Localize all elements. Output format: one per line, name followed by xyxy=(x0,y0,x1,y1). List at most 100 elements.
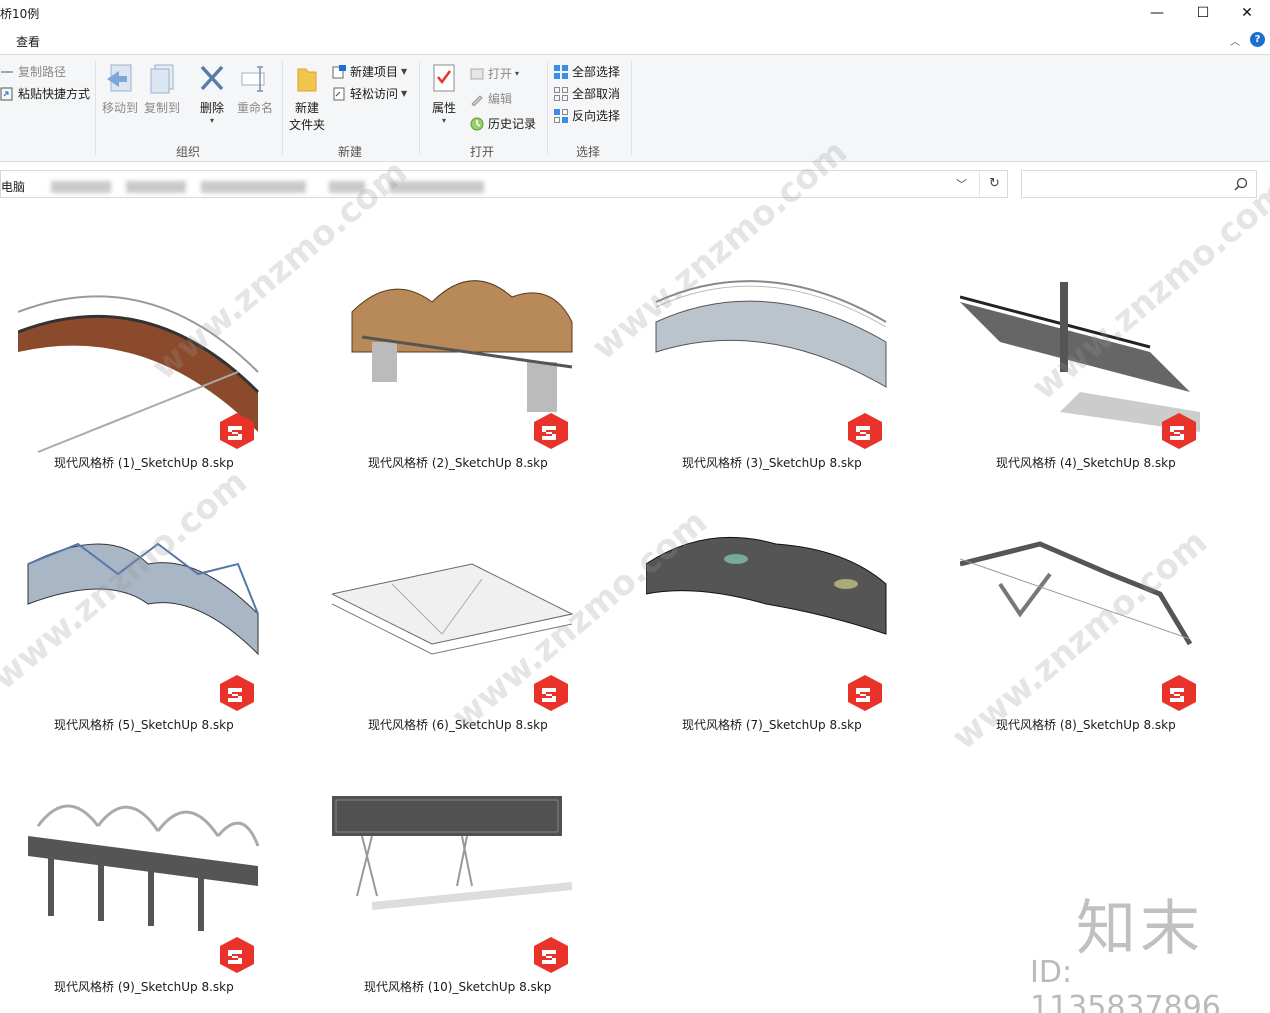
tab-view[interactable]: 查看 xyxy=(16,33,40,50)
title-bar: 桥10例 — ☐ ✕ xyxy=(0,0,1270,26)
rename-label: 重命名 xyxy=(236,101,273,115)
folder-icon xyxy=(292,63,322,95)
group-divider xyxy=(282,61,283,155)
invert-selection-label: 反向选择 xyxy=(572,109,621,123)
help-icon[interactable]: ? xyxy=(1250,32,1265,47)
rename-icon xyxy=(240,63,270,95)
delete-icon xyxy=(197,63,227,95)
redacted-path xyxy=(126,181,186,193)
select-all-label: 全部选择 xyxy=(572,65,621,79)
file-item[interactable]: 现代风格桥 (9)_SketchUp 8.skp xyxy=(18,766,308,1013)
file-item[interactable]: 现代风格桥 (3)_SketchUp 8.skp xyxy=(646,242,936,492)
copy-path-button[interactable]: 复制路径 xyxy=(0,63,66,80)
sketchup-icon xyxy=(218,936,256,974)
file-item[interactable]: 现代风格桥 (2)_SketchUp 8.skp xyxy=(332,242,622,492)
close-button[interactable]: ✕ xyxy=(1224,0,1270,26)
new-folder-label-1: 新建 xyxy=(294,101,319,115)
history-label: 历史记录 xyxy=(488,117,537,131)
sketchup-icon xyxy=(1160,412,1198,450)
group-divider xyxy=(631,61,632,155)
file-item[interactable]: 现代风格桥 (10)_SketchUp 8.skp xyxy=(332,766,622,1013)
edit-icon xyxy=(470,92,484,107)
group-label-select: 选择 xyxy=(576,145,601,159)
file-name: 现代风格桥 (2)_SketchUp 8.skp xyxy=(368,456,548,470)
delete-button[interactable]: 删除 ▾ xyxy=(194,63,230,125)
ribbon: 复制路径 粘贴快捷方式 移动到 复制到 删除 ▾ 重命名 组织 新建 文件夹 新建… xyxy=(0,54,1270,162)
open-label: 打开 xyxy=(488,67,513,81)
sketchup-icon xyxy=(532,936,570,974)
minimize-button[interactable]: — xyxy=(1134,0,1180,26)
search-input[interactable] xyxy=(1021,170,1257,198)
invert-selection-button[interactable]: 反向选择 xyxy=(554,107,620,124)
select-none-label: 全部取消 xyxy=(572,87,621,101)
move-to-label: 移动到 xyxy=(101,101,138,115)
open-button[interactable]: 打开 ▾ xyxy=(470,65,519,82)
file-name: 现代风格桥 (8)_SketchUp 8.skp xyxy=(996,718,1176,732)
new-item-label: 新建项目 xyxy=(350,65,399,79)
move-to-button[interactable]: 移动到 xyxy=(100,63,140,116)
chevron-down-icon[interactable]: ﹀ xyxy=(956,176,967,192)
file-name: 现代风格桥 (10)_SketchUp 8.skp xyxy=(364,980,552,994)
refresh-icon[interactable]: ↻ xyxy=(979,171,1009,197)
edit-label: 编辑 xyxy=(488,92,513,106)
redacted-path xyxy=(201,181,306,193)
file-name: 现代风格桥 (6)_SketchUp 8.skp xyxy=(368,718,548,732)
invert-selection-icon xyxy=(554,108,568,123)
breadcrumb-root[interactable]: 电脑 xyxy=(1,178,25,195)
select-all-button[interactable]: 全部选择 xyxy=(554,63,620,80)
sketchup-icon xyxy=(218,412,256,450)
easy-access-label: 轻松访问 xyxy=(350,87,399,101)
id-watermark: ID: 1135837896 xyxy=(1030,955,1221,1013)
file-name: 现代风格桥 (4)_SketchUp 8.skp xyxy=(996,456,1176,470)
file-item[interactable]: 现代风格桥 (1)_SketchUp 8.skp xyxy=(17,242,308,492)
rename-button[interactable]: 重命名 xyxy=(234,63,276,116)
group-label-new: 新建 xyxy=(338,145,363,159)
copy-path-icon xyxy=(0,65,14,79)
file-item[interactable]: 现代风格桥 (5)_SketchUp 8.skp xyxy=(18,504,308,754)
sketchup-icon xyxy=(218,674,256,712)
select-none-button[interactable]: 全部取消 xyxy=(554,85,620,102)
history-button[interactable]: 历史记录 xyxy=(470,115,536,132)
paste-shortcut-label: 粘贴快捷方式 xyxy=(18,87,91,101)
copy-to-label: 复制到 xyxy=(143,101,180,115)
file-item[interactable]: 现代风格桥 (4)_SketchUp 8.skp xyxy=(959,242,1250,492)
properties-icon xyxy=(429,63,459,95)
copy-path-label: 复制路径 xyxy=(18,65,67,79)
copy-to-button[interactable]: 复制到 xyxy=(142,63,182,116)
delete-label: 删除 xyxy=(199,101,224,115)
file-name: 现代风格桥 (3)_SketchUp 8.skp xyxy=(682,456,862,470)
new-folder-button[interactable]: 新建 文件夹 xyxy=(286,63,328,133)
history-icon xyxy=(470,117,484,131)
select-all-icon xyxy=(554,64,568,79)
file-name: 现代风格桥 (1)_SketchUp 8.skp xyxy=(54,456,234,470)
paste-shortcut-button[interactable]: 粘贴快捷方式 xyxy=(0,85,90,102)
open-icon xyxy=(470,67,484,81)
group-label-open: 打开 xyxy=(470,145,495,159)
sketchup-icon xyxy=(1160,674,1198,712)
sketchup-icon xyxy=(532,412,570,450)
file-item[interactable]: 现代风格桥 (8)_SketchUp 8.skp xyxy=(959,504,1250,754)
copy-to-icon xyxy=(147,63,177,95)
file-item[interactable]: 现代风格桥 (7)_SketchUp 8.skp xyxy=(645,504,936,754)
edit-button[interactable]: 编辑 xyxy=(470,90,512,107)
address-row: 电脑 ﹀ ↻ xyxy=(0,166,1270,202)
easy-access-button[interactable]: 轻松访问 ▼ xyxy=(332,85,407,102)
file-name: 现代风格桥 (9)_SketchUp 8.skp xyxy=(54,980,234,994)
new-folder-label-2: 文件夹 xyxy=(288,118,325,132)
search-icon xyxy=(1234,177,1248,191)
file-item[interactable]: 现代风格桥 (6)_SketchUp 8.skp xyxy=(330,504,622,754)
group-divider xyxy=(95,61,96,155)
new-item-button[interactable]: 新建项目 ▼ xyxy=(332,63,407,80)
redacted-path xyxy=(389,181,484,193)
file-name: 现代风格桥 (5)_SketchUp 8.skp xyxy=(54,718,234,732)
maximize-button[interactable]: ☐ xyxy=(1180,0,1226,26)
properties-button[interactable]: 属性 ▾ xyxy=(424,63,464,125)
collapse-ribbon-icon[interactable]: ︿ xyxy=(1230,33,1240,48)
address-bar[interactable]: 电脑 ﹀ ↻ xyxy=(0,170,1008,198)
properties-label: 属性 xyxy=(431,101,456,115)
paste-shortcut-icon xyxy=(0,87,14,101)
redacted-path xyxy=(329,181,365,193)
sketchup-icon xyxy=(846,674,884,712)
brand-watermark: 知末 xyxy=(1076,894,1204,964)
sketchup-icon xyxy=(846,412,884,450)
